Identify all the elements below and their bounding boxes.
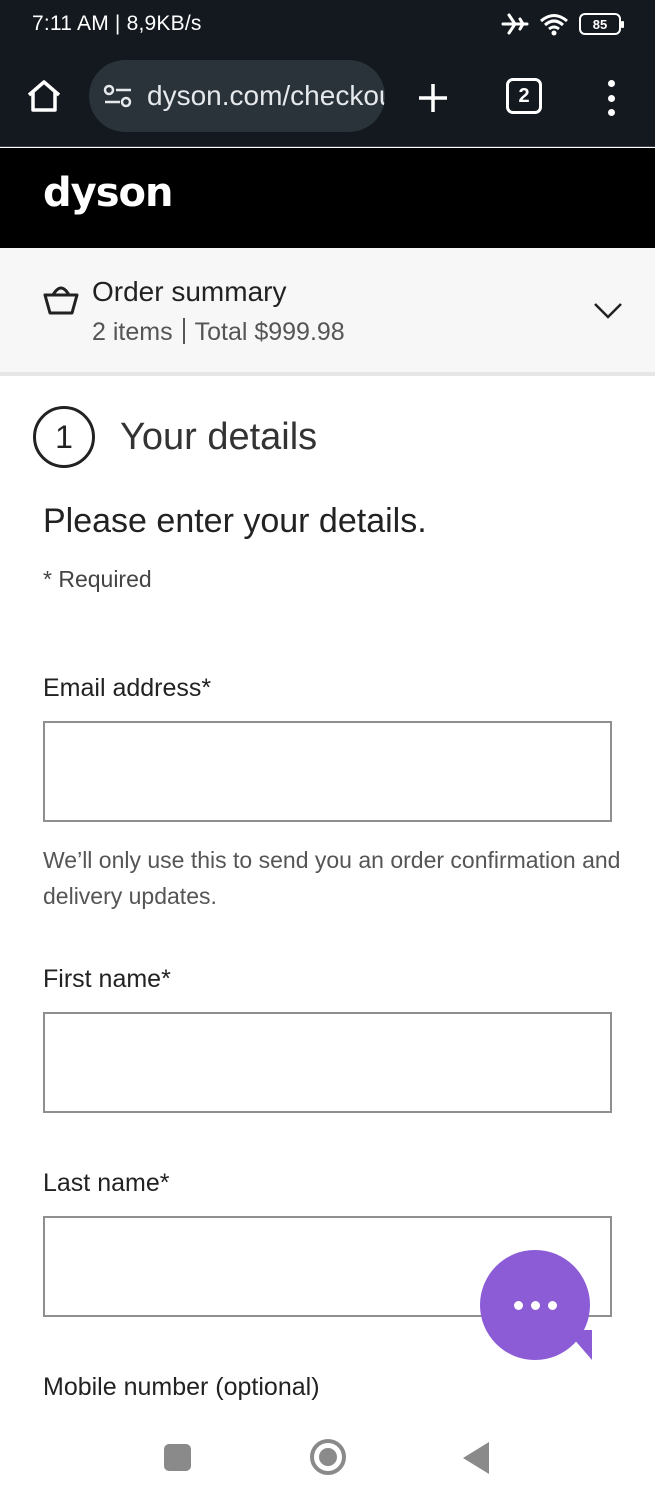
last-name-label: Last name*: [43, 1169, 170, 1197]
home-icon: [27, 80, 61, 112]
order-summary-details: 2 items Total $999.98: [92, 318, 345, 347]
home-button[interactable]: [22, 74, 66, 118]
chat-bubble-icon[interactable]: [480, 1250, 592, 1360]
plus-icon: [419, 84, 447, 112]
new-tab-button[interactable]: [412, 77, 454, 119]
status-icons: 85: [501, 12, 624, 36]
home-circle-icon[interactable]: [310, 1439, 346, 1475]
chevron-down-icon[interactable]: [592, 298, 624, 322]
tabs-icon[interactable]: 2: [506, 78, 542, 114]
required-note: * Required: [43, 566, 152, 592]
email-helper-text: We’ll only use this to send you an order…: [43, 847, 621, 909]
mobile-label: Mobile number (optional): [43, 1373, 320, 1401]
step-indicator: 1: [33, 406, 95, 468]
divider: [182, 318, 185, 344]
back-icon[interactable]: [463, 1442, 489, 1474]
system-nav-bar: [0, 1410, 655, 1500]
first-name-label: First name*: [43, 965, 171, 993]
step-title: Your details: [120, 416, 318, 458]
url-text: dyson.com/checkout: [147, 80, 385, 111]
status-time: 7:11 AM | 8,9KB/s: [32, 12, 202, 35]
order-summary-title: Order summary: [92, 276, 287, 307]
battery-icon: 85: [579, 13, 624, 35]
address-bar[interactable]: dyson.com/checkout: [89, 60, 385, 132]
dyson-logo[interactable]: dyson: [43, 170, 173, 216]
wifi-icon: [540, 14, 568, 36]
form-intro: Please enter your details.: [43, 502, 427, 540]
order-summary[interactable]: Order summary 2 items Total $999.98: [0, 248, 655, 376]
step-number: 1: [33, 406, 95, 468]
order-total: Total $999.98: [194, 318, 345, 346]
basket-icon: [43, 286, 79, 315]
order-item-count: 2 items: [92, 318, 173, 346]
status-bar: 7:11 AM | 8,9KB/s 85: [0, 0, 655, 50]
recents-icon[interactable]: [164, 1444, 191, 1471]
first-name-field[interactable]: [43, 1012, 612, 1113]
airplane-icon: [501, 13, 529, 35]
browser-toolbar: dyson.com/checkout 2: [0, 50, 655, 147]
site-settings-icon[interactable]: [103, 81, 133, 111]
more-vert-icon[interactable]: [596, 76, 626, 120]
site-header: dyson: [0, 148, 655, 248]
email-field[interactable]: [43, 721, 612, 822]
email-label: Email address*: [43, 674, 212, 702]
